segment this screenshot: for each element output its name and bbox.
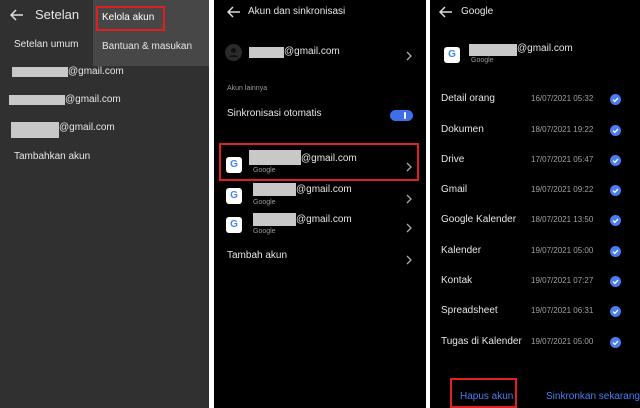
menu-general-settings[interactable]: Setelan umum [14, 39, 78, 50]
sync-item-name[interactable]: Dokumen [441, 124, 484, 135]
account-sync-panel: Akun dan sinkronisasi @gmail.com Akun la… [214, 0, 426, 408]
sync-item-date: 16/07/2021 05:32 [531, 94, 594, 103]
chevron-right-icon [405, 191, 413, 204]
sync-item-name[interactable]: Kalender [441, 245, 481, 256]
redacted-email [11, 122, 59, 138]
account-email[interactable]: @gmail.com [296, 214, 352, 225]
redacted-email [253, 213, 296, 226]
sync-checkbox-icon[interactable] [610, 306, 621, 317]
sync-checkbox-icon[interactable] [610, 185, 621, 196]
redacted-email [9, 95, 65, 105]
main-account-email[interactable]: @gmail.com [284, 46, 340, 57]
other-accounts-label: Akun lainnya [227, 85, 268, 92]
back-arrow-icon[interactable] [10, 9, 24, 21]
sync-item-date: 19/07/2021 06:31 [531, 306, 594, 315]
sync-checkbox-icon[interactable] [610, 155, 621, 166]
settings-panel: Setelan Setelan umum @gmail.com @gmail.c… [0, 0, 209, 408]
sync-checkbox-icon[interactable] [610, 337, 621, 348]
account-type: Google [253, 199, 276, 206]
auto-sync-label: Sinkronisasi otomatis [227, 108, 322, 119]
account-email-1[interactable]: @gmail.com [68, 66, 124, 77]
add-account-button[interactable]: Tambah akun [227, 250, 287, 261]
menu-help-feedback[interactable]: Bantuan & masukan [102, 41, 192, 52]
sync-checkbox-icon[interactable] [610, 125, 621, 136]
google-icon: G [444, 47, 460, 63]
sync-item-date: 19/07/2021 09:22 [531, 185, 594, 194]
google-icon: G [226, 188, 242, 204]
account-type: Google [471, 57, 494, 64]
redacted-email [249, 47, 284, 58]
google-icon: G [226, 217, 242, 233]
sync-checkbox-icon[interactable] [610, 215, 621, 226]
account-email-3[interactable]: @gmail.com [59, 122, 115, 133]
sync-item-name[interactable]: Tugas di Kalender [441, 336, 522, 347]
sync-checkbox-icon[interactable] [610, 246, 621, 257]
account-email: @gmail.com [517, 43, 573, 54]
sync-item-name[interactable]: Gmail [441, 184, 467, 195]
sync-item-name[interactable]: Kontak [441, 275, 472, 286]
chevron-right-icon [405, 252, 413, 265]
account-type: Google [253, 228, 276, 235]
chevron-right-icon [405, 48, 413, 61]
sync-now-button[interactable]: Sinkronkan sekarang [546, 391, 640, 402]
sync-item-name[interactable]: Spreadsheet [441, 305, 498, 316]
highlight-box [219, 143, 419, 181]
sync-item-name[interactable]: Detail orang [441, 93, 495, 104]
sync-checkbox-icon[interactable] [610, 94, 621, 105]
sync-item-date: 19/07/2021 07:27 [531, 276, 594, 285]
highlight-box [450, 378, 517, 408]
redacted-email [253, 183, 296, 196]
avatar-icon [225, 44, 242, 61]
sync-item-date: 18/07/2021 19:22 [531, 125, 594, 134]
sync-item-name[interactable]: Drive [441, 154, 464, 165]
sync-item-date: 17/07/2021 05:47 [531, 155, 594, 164]
account-email-2[interactable]: @gmail.com [65, 94, 121, 105]
back-arrow-icon[interactable] [227, 6, 241, 18]
auto-sync-toggle[interactable] [390, 110, 413, 121]
sync-item-date: 19/07/2021 05:00 [531, 337, 594, 346]
page-title: Setelan [35, 7, 80, 22]
sync-checkbox-icon[interactable] [610, 276, 621, 287]
sync-item-date: 18/07/2021 13:50 [531, 215, 594, 224]
sync-item-name[interactable]: Google Kalender [441, 214, 516, 225]
google-account-panel: Google G @gmail.com Google Detail orang 1… [430, 0, 640, 408]
toggle-knob [404, 112, 406, 119]
account-email[interactable]: @gmail.com [296, 184, 352, 195]
menu-add-account[interactable]: Tambahkan akun [14, 151, 90, 162]
chevron-right-icon [405, 220, 413, 233]
page-title: Google [461, 6, 494, 17]
redacted-email [469, 44, 517, 56]
back-arrow-icon[interactable] [439, 6, 453, 18]
sync-item-date: 19/07/2021 05:00 [531, 246, 594, 255]
redacted-email [12, 67, 68, 77]
highlight-box [96, 6, 165, 31]
page-title: Akun dan sinkronisasi [248, 6, 346, 17]
